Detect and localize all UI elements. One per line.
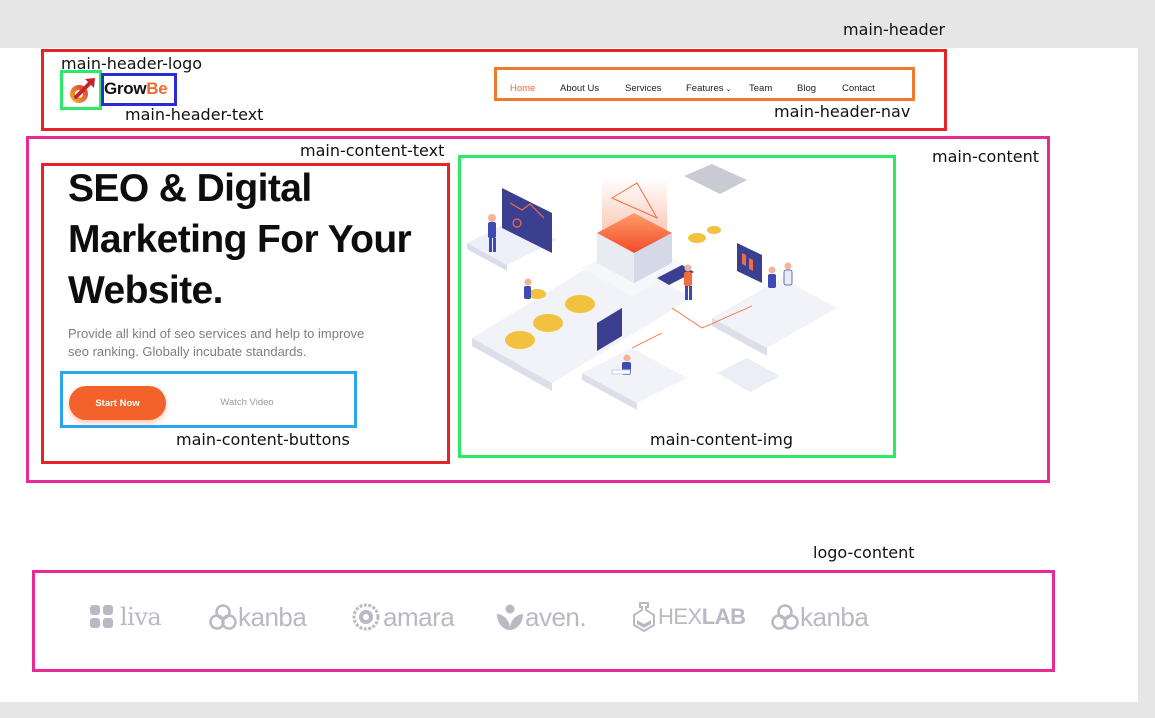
annotation-logo-content: logo-content <box>813 543 915 562</box>
hero-title-line-3: Website. <box>68 269 223 312</box>
leaf-icon <box>497 604 523 630</box>
annotation-main-header: main-header <box>843 20 946 39</box>
partner-logo-kanba-2[interactable]: kanba <box>770 598 869 636</box>
partner-logo-aven[interactable]: aven. <box>495 598 587 636</box>
knot-icon <box>771 604 799 630</box>
brand-name-part2: Be <box>146 79 168 98</box>
knot-icon <box>209 604 237 630</box>
nav-team[interactable]: Team <box>749 83 772 94</box>
partner-logo-kanba-1[interactable]: kanba <box>208 598 307 636</box>
person-left <box>488 214 496 252</box>
annotation-main-header-text: main-header-text <box>125 105 264 124</box>
top-tile <box>684 164 747 194</box>
puzzle-icon <box>90 605 113 628</box>
hero-subtitle-line-2: seo ranking. Globally incubate standards… <box>68 344 307 359</box>
at-badge-icon <box>352 603 380 631</box>
hero-subtitle-line-1: Provide all kind of seo services and hel… <box>68 326 365 341</box>
hero-illustration <box>462 158 892 453</box>
partner-logo-liva[interactable]: liva <box>88 598 162 636</box>
person-console <box>684 264 692 300</box>
brand-name-part1: Grow <box>104 79 147 98</box>
nav-features[interactable]: Features ⌄ <box>686 83 731 94</box>
coin-3 <box>565 295 595 313</box>
hero-title-line-1: SEO & Digital <box>68 167 312 210</box>
platform-bottom <box>582 348 687 403</box>
nav-features-label: Features <box>686 83 724 94</box>
partner-logo-amara[interactable]: amara <box>352 598 455 636</box>
annotation-main-header-logo: main-header-logo <box>61 54 203 73</box>
hero-subtitle: Provide all kind of seo services and hel… <box>68 325 413 361</box>
brand-logo-icon[interactable] <box>66 75 98 107</box>
annotation-main-header-nav: main-header-nav <box>774 102 911 121</box>
partner-name-kanba-2: kanba <box>800 601 869 632</box>
annotation-main-content: main-content <box>932 147 1040 166</box>
main-nav: Home About Us Services Features ⌄ Team Bl… <box>498 70 911 100</box>
start-now-button[interactable]: Start Now <box>69 386 166 420</box>
annotation-main-content-text: main-content-text <box>300 141 445 160</box>
hero-title: SEO & Digital Marketing For Your Website… <box>68 163 448 316</box>
partner-name-aven: aven. <box>525 601 587 632</box>
flask-icon <box>633 602 655 633</box>
partner-name-amara: amara <box>383 601 455 632</box>
nav-services[interactable]: Services <box>625 83 661 94</box>
coin-5 <box>688 233 706 243</box>
partner-name-hex: HEX <box>658 604 702 629</box>
small-tile <box>717 358 780 392</box>
person-middle <box>524 278 532 299</box>
partner-logo-hexlab[interactable]: HEX LAB <box>632 598 746 636</box>
partner-name-liva: liva <box>120 603 162 631</box>
hero-title-line-2: Marketing For Your <box>68 218 412 261</box>
watch-video-button[interactable]: Watch Video <box>202 397 292 408</box>
platform-right <box>712 278 837 348</box>
nav-contact[interactable]: Contact <box>842 83 875 94</box>
brand-name[interactable]: GrowBe <box>104 79 168 99</box>
nav-home[interactable]: Home <box>510 83 535 94</box>
chevron-down-icon: ⌄ <box>725 86 732 93</box>
coin-6 <box>707 226 721 234</box>
nav-blog[interactable]: Blog <box>797 83 816 94</box>
coin-2 <box>533 314 563 332</box>
annotation-main-content-buttons: main-content-buttons <box>176 430 350 449</box>
partner-name-lab: LAB <box>701 604 746 629</box>
nav-about-us[interactable]: About Us <box>560 83 599 94</box>
partner-name-kanba-1: kanba <box>238 601 307 632</box>
coin-1 <box>505 331 535 349</box>
